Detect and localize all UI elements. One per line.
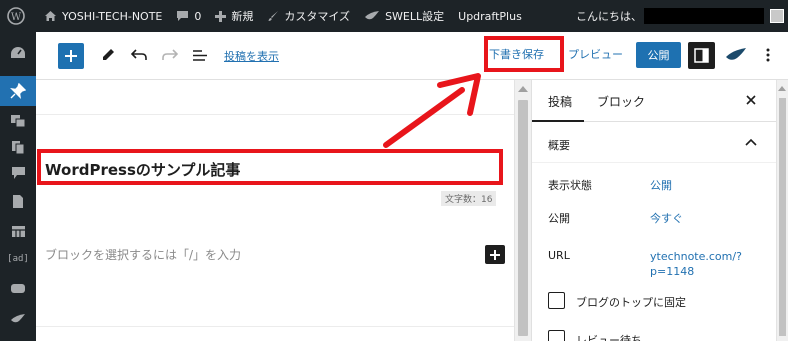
avatar[interactable] — [770, 9, 784, 23]
layout-menu-item[interactable] — [0, 216, 36, 246]
canvas-divider — [36, 326, 514, 327]
pencil-icon — [103, 49, 114, 60]
redacted-username — [644, 8, 764, 24]
close-icon — [746, 95, 756, 105]
posts-menu-item[interactable] — [0, 76, 36, 106]
plus-icon — [215, 10, 227, 22]
comment-icon — [176, 10, 189, 22]
post-title[interactable]: WordPressのサンプル記事 — [45, 159, 240, 180]
list-view-icon — [192, 49, 207, 61]
dashboard-icon — [11, 47, 25, 58]
tab-post[interactable]: 投稿 — [548, 93, 572, 110]
publish-button[interactable]: 公開 — [636, 42, 681, 68]
account-menu[interactable]: こんにちは、 — [576, 0, 788, 32]
wordpress-menu[interactable]: W — [0, 0, 37, 32]
customize-menu[interactable]: カスタマイズ — [260, 0, 357, 32]
greeting: こんにちは、 — [576, 10, 642, 23]
pending-review-label: レビュー待ち — [576, 334, 642, 341]
url-label: URL — [548, 249, 570, 262]
panel-title: 概要 — [548, 139, 570, 152]
block-inserter-button[interactable] — [58, 43, 84, 69]
settings-button[interactable] — [688, 42, 715, 69]
customize-label: カスタマイズ — [284, 10, 351, 23]
swell-menu-item[interactable] — [0, 304, 36, 334]
editor-header: 投稿を表示 下書き保存 プレビュー 公開 — [36, 32, 788, 80]
undo-button[interactable] — [129, 45, 149, 65]
character-count: 文字数：16 — [441, 191, 497, 206]
brush-icon — [267, 10, 279, 22]
updraftplus-menu[interactable]: UpdraftPlus — [451, 0, 529, 32]
swell-bird-icon — [11, 314, 25, 323]
media-icon — [11, 115, 26, 128]
save-draft-button[interactable]: 下書き保存 — [489, 46, 544, 62]
editor-canvas[interactable]: WordPressのサンプル記事 文字数：16 ブロックを選択するには「/」を入… — [36, 80, 514, 341]
scrollbar-thumb[interactable] — [779, 98, 786, 336]
sidebar-tabs: 投稿 ブロック — [532, 80, 777, 122]
inline-block-inserter[interactable] — [485, 245, 505, 264]
layout-grid-icon — [11, 225, 25, 237]
comments-count: 0 — [194, 9, 202, 23]
pending-review-checkbox[interactable] — [548, 330, 565, 341]
ad-menu-item[interactable]: [ad] — [0, 244, 36, 274]
admin-side-menu: [ad] — [0, 32, 36, 341]
swell-plugin-button[interactable] — [724, 44, 748, 66]
active-tab-indicator — [532, 120, 584, 122]
comments-menu-item[interactable] — [0, 158, 36, 188]
new-label: 新規 — [231, 10, 254, 23]
ad-label: [ad] — [7, 254, 29, 264]
publish-date-label: 公開 — [548, 212, 570, 225]
pushpin-icon — [10, 83, 26, 99]
canvas-scrollbar[interactable] — [514, 80, 531, 341]
dashboard-menu-item[interactable] — [0, 38, 36, 68]
block-placeholder[interactable]: ブロックを選択するには「/」を入力 — [45, 246, 241, 263]
swell-bird-icon — [364, 10, 380, 22]
visibility-value[interactable]: 公開 — [650, 177, 672, 193]
site-name: YOSHI-TECH-NOTE — [62, 9, 163, 23]
new-content-menu[interactable]: 新規 — [208, 0, 260, 32]
tools-button[interactable] — [98, 45, 118, 65]
comments-menu[interactable]: 0 — [169, 0, 208, 32]
sticky-checkbox[interactable] — [548, 292, 565, 309]
canvas-top-area — [36, 80, 514, 115]
speech-bubble-icon — [11, 284, 25, 293]
swell-settings-menu[interactable]: SWELL設定 — [357, 0, 451, 32]
view-post-link[interactable]: 投稿を表示 — [224, 48, 279, 64]
page-menu-item[interactable] — [0, 186, 36, 216]
sticky-label: ブログのトップに固定 — [576, 296, 686, 309]
scroll-up-arrow[interactable] — [778, 86, 786, 91]
redo-button[interactable] — [160, 45, 180, 65]
sidebar-scrollbar[interactable] — [776, 80, 788, 341]
settings-sidebar: 投稿 ブロック 概要 表示状態 公開 公開 今すぐ URL ytechnote.… — [531, 80, 777, 341]
comment-icon — [11, 167, 25, 179]
visibility-label: 表示状態 — [548, 179, 592, 192]
admin-bar: W YOSHI-TECH-NOTE 0 新規 カスタマイズ SWELL設定 Up… — [0, 0, 788, 32]
settings-panel-icon — [694, 48, 709, 63]
balloon-menu-item[interactable] — [0, 274, 36, 304]
svg-text:W: W — [11, 12, 22, 23]
preview-button[interactable]: プレビュー — [568, 46, 623, 62]
wordpress-logo-icon: W — [7, 7, 25, 25]
scrollbar-thumb[interactable] — [518, 100, 528, 336]
swell-bird-icon — [726, 48, 746, 60]
swell-label: SWELL設定 — [385, 10, 445, 23]
options-menu-button[interactable] — [760, 45, 776, 65]
home-icon — [44, 10, 57, 22]
more-vertical-icon — [766, 48, 770, 62]
redo-icon — [162, 49, 178, 60]
copy-icon — [12, 140, 25, 154]
tab-block[interactable]: ブロック — [597, 93, 645, 110]
chevron-up-icon — [744, 135, 758, 149]
publish-date-value[interactable]: 今すぐ — [650, 210, 683, 226]
url-value[interactable]: ytechnote.com/?p=1148 — [650, 249, 750, 279]
updraft-label: UpdraftPlus — [458, 9, 522, 23]
plus-icon — [65, 50, 77, 62]
close-sidebar-button[interactable] — [744, 93, 758, 107]
plus-icon — [490, 249, 500, 260]
list-view-button[interactable] — [190, 45, 210, 65]
scroll-up-arrow[interactable] — [518, 86, 528, 92]
summary-panel-header[interactable]: 概要 — [532, 123, 777, 163]
page-icon — [13, 194, 23, 208]
site-name-menu[interactable]: YOSHI-TECH-NOTE — [37, 0, 169, 32]
undo-icon — [131, 49, 147, 60]
